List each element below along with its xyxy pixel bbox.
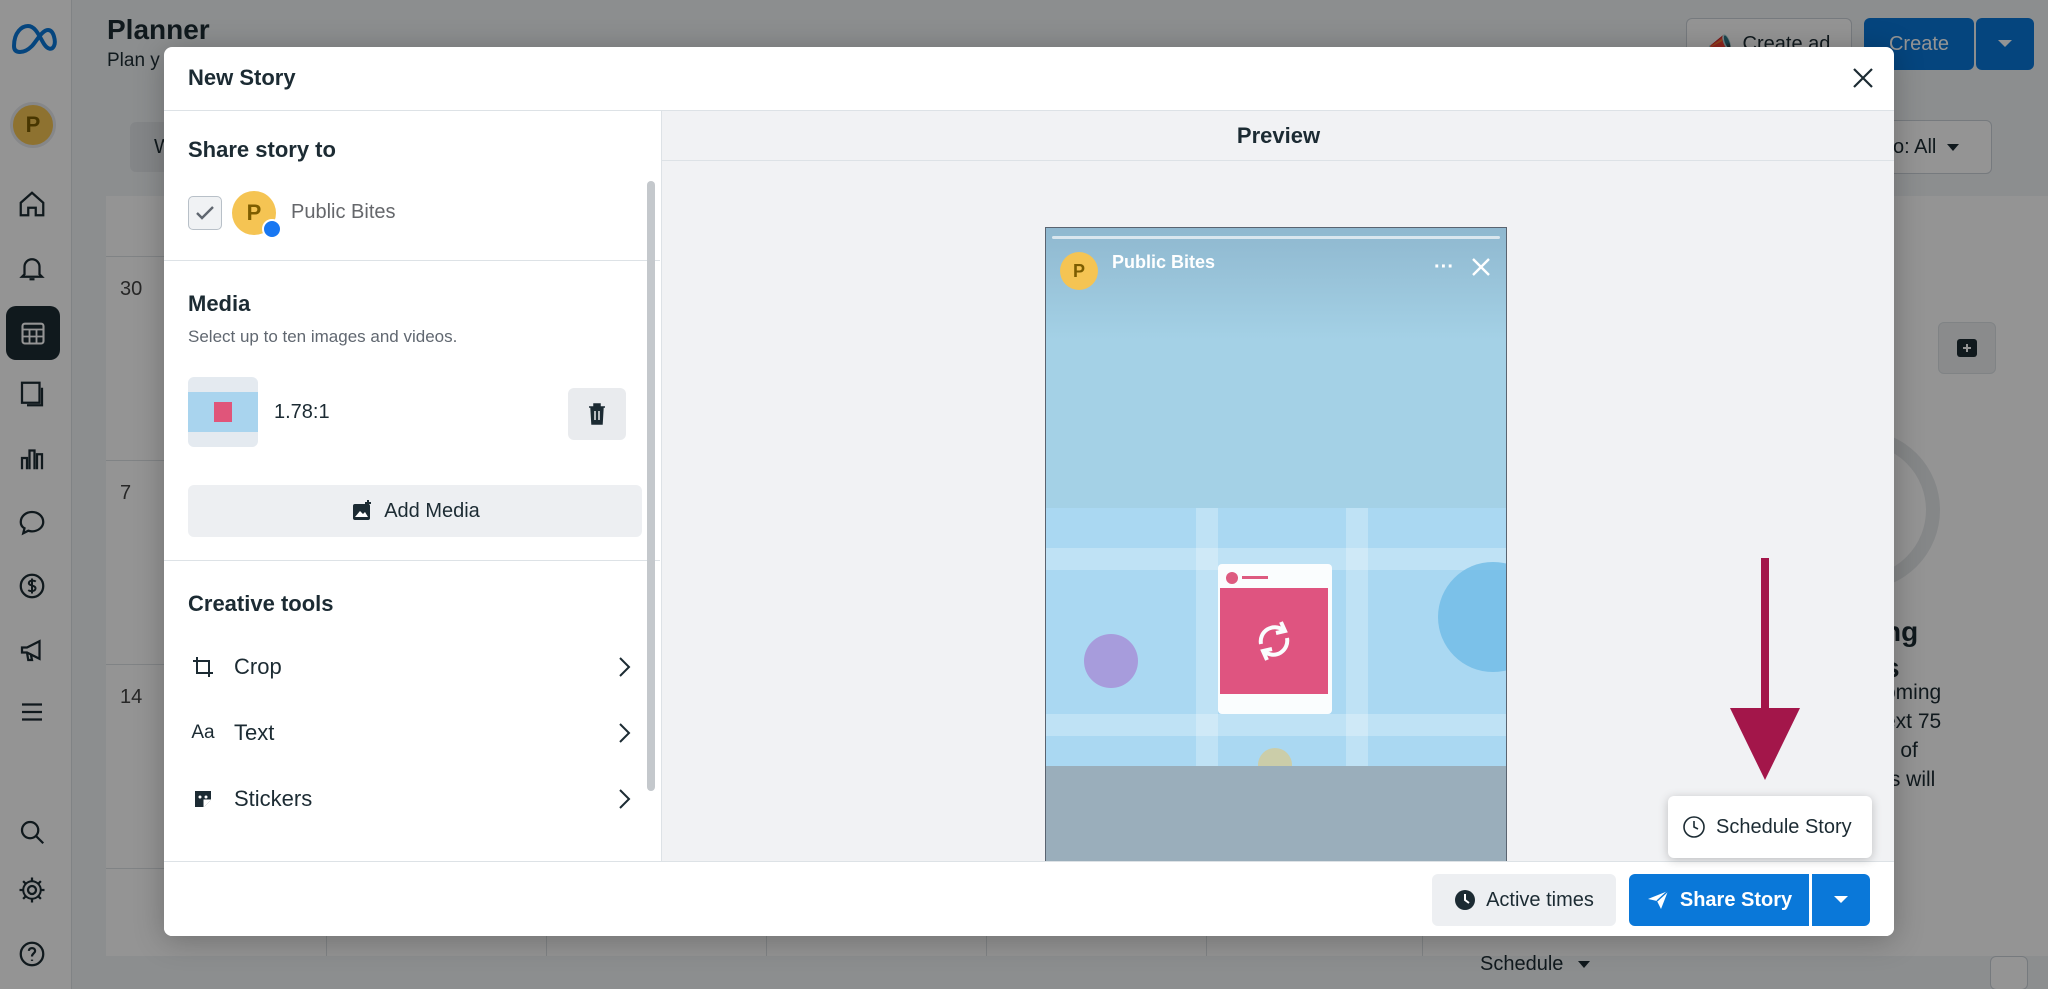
clock-outline-icon	[1683, 816, 1705, 838]
share-story-button[interactable]: Share Story	[1629, 874, 1809, 926]
chevron-right-icon	[619, 657, 631, 677]
media-section: Media Select up to ten images and videos…	[164, 261, 660, 561]
refresh-icon	[1258, 621, 1290, 661]
new-story-dialog: New Story Share story to P Public Bites …	[164, 47, 1894, 936]
add-media-button[interactable]: Add Media	[188, 485, 642, 537]
checkmark-icon	[196, 206, 214, 220]
send-icon	[1647, 890, 1669, 909]
page-checkbox[interactable]	[188, 196, 222, 230]
add-photo-icon	[353, 500, 372, 520]
section-title: Creative tools	[188, 591, 334, 616]
story-close-icon	[1472, 258, 1490, 276]
section-title: Media	[188, 291, 251, 316]
delete-media-button[interactable]	[568, 388, 626, 440]
scrollbar[interactable]	[647, 181, 655, 791]
schedule-story-option[interactable]: Schedule Story	[1668, 796, 1872, 858]
clock-icon	[1455, 890, 1476, 910]
sticker-icon	[188, 784, 218, 814]
page-name: Public Bites	[291, 201, 396, 223]
section-title: Share story to	[188, 137, 336, 162]
chevron-down-icon	[1834, 896, 1848, 903]
dialog-footer: Active times Share Story	[164, 861, 1894, 936]
preview-title: Preview	[662, 111, 1894, 161]
more-options-icon: ···	[1434, 256, 1454, 278]
tool-text[interactable]: Aa Text	[188, 709, 636, 757]
text-icon: Aa	[191, 722, 215, 743]
story-settings-pane: Share story to P Public Bites Media Sele…	[164, 111, 660, 861]
chevron-right-icon	[619, 789, 631, 809]
media-aspect-ratio: 1.78:1	[274, 401, 330, 423]
dialog-title: New Story	[188, 65, 296, 90]
facebook-badge-icon	[262, 219, 282, 239]
story-avatar: P	[1060, 252, 1098, 290]
section-subtitle: Select up to ten images and videos.	[188, 327, 458, 346]
tool-stickers[interactable]: Stickers	[188, 775, 636, 823]
story-preview: P Public Bites ···	[1045, 227, 1507, 861]
close-icon	[1853, 68, 1873, 88]
story-progress-bar	[1052, 236, 1500, 239]
preview-pane: Preview P Public Bites ···	[661, 111, 1894, 861]
crop-icon	[188, 652, 218, 682]
story-media-image	[1046, 508, 1506, 766]
trash-icon	[589, 403, 605, 425]
dialog-header: New Story	[164, 47, 1894, 111]
close-button[interactable]	[1846, 61, 1880, 95]
story-page-name: Public Bites	[1112, 252, 1216, 272]
annotation-arrow-icon	[1730, 558, 1800, 780]
chevron-right-icon	[619, 723, 631, 743]
active-times-button[interactable]: Active times	[1432, 874, 1616, 926]
media-thumbnail[interactable]	[188, 377, 258, 447]
share-to-section: Share story to P Public Bites	[164, 111, 660, 261]
tool-crop[interactable]: Crop	[188, 643, 636, 691]
creative-tools-section: Creative tools Crop Aa Text Stickers	[164, 561, 660, 861]
share-options-dropdown-button[interactable]	[1812, 874, 1870, 926]
